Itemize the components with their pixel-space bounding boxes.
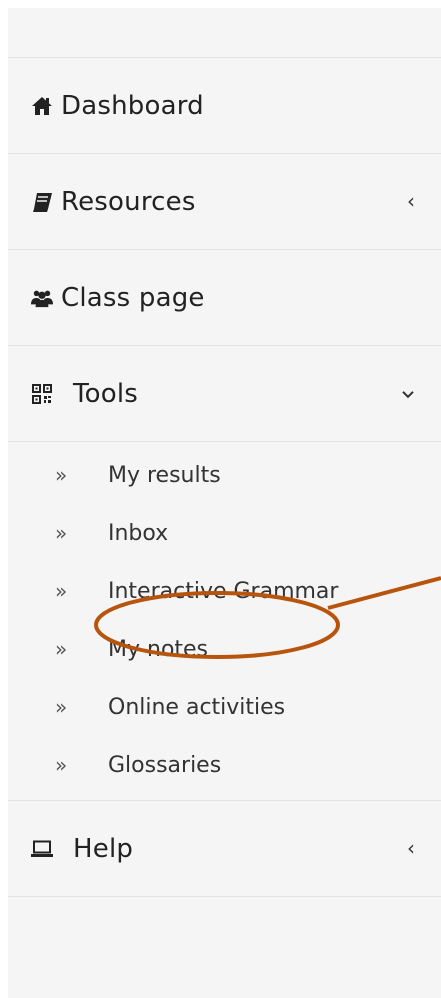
submenu-item-my-results[interactable]: » My results bbox=[8, 446, 441, 504]
sidebar-item-resources[interactable]: Resources ‹ bbox=[8, 154, 441, 250]
sidebar-item-tools[interactable]: Tools bbox=[8, 346, 441, 442]
sidebar-item-label: Resources bbox=[61, 186, 196, 217]
qrcode-icon bbox=[31, 383, 53, 405]
sidebar-item-label: Dashboard bbox=[61, 90, 204, 121]
sidebar-item-label: Help bbox=[73, 833, 134, 864]
submenu-item-inbox[interactable]: » Inbox bbox=[8, 504, 441, 562]
sidebar-top-spacer bbox=[8, 8, 441, 58]
users-icon bbox=[31, 287, 53, 309]
chevron-left-icon: ‹ bbox=[407, 188, 415, 213]
sidebar-item-dashboard[interactable]: Dashboard bbox=[8, 58, 441, 154]
chevron-down-icon bbox=[401, 380, 415, 404]
sidebar-item-class-page[interactable]: Class page bbox=[8, 250, 441, 346]
sidebar-item-label: Class page bbox=[61, 282, 205, 313]
tools-submenu: » My results » Inbox » Interactive Gramm… bbox=[8, 442, 441, 801]
sidebar-menu: Dashboard Resources ‹ Class page Tools »… bbox=[8, 8, 441, 998]
home-icon bbox=[31, 95, 53, 117]
double-chevron-right-icon: » bbox=[55, 637, 68, 661]
double-chevron-right-icon: » bbox=[55, 695, 68, 719]
double-chevron-right-icon: » bbox=[55, 463, 68, 487]
sidebar-bottom-spacer bbox=[8, 897, 441, 957]
book-icon bbox=[31, 191, 53, 213]
submenu-item-label: Interactive Grammar bbox=[108, 578, 339, 604]
sidebar-item-help[interactable]: Help ‹ bbox=[8, 801, 441, 897]
submenu-item-label: My notes bbox=[108, 636, 209, 662]
submenu-item-interactive-grammar[interactable]: » Interactive Grammar bbox=[8, 562, 441, 620]
submenu-item-glossaries[interactable]: » Glossaries bbox=[8, 736, 441, 794]
submenu-item-label: Inbox bbox=[108, 520, 169, 546]
laptop-icon bbox=[31, 838, 53, 860]
submenu-item-online-activities[interactable]: » Online activities bbox=[8, 678, 441, 736]
chevron-left-icon: ‹ bbox=[407, 835, 415, 860]
double-chevron-right-icon: » bbox=[55, 753, 68, 777]
sidebar-item-label: Tools bbox=[73, 378, 139, 409]
double-chevron-right-icon: » bbox=[55, 521, 68, 545]
submenu-item-label: Online activities bbox=[108, 694, 286, 720]
submenu-item-label: My results bbox=[108, 462, 221, 488]
submenu-item-my-notes[interactable]: » My notes bbox=[8, 620, 441, 678]
submenu-item-label: Glossaries bbox=[108, 752, 222, 778]
double-chevron-right-icon: » bbox=[55, 579, 68, 603]
